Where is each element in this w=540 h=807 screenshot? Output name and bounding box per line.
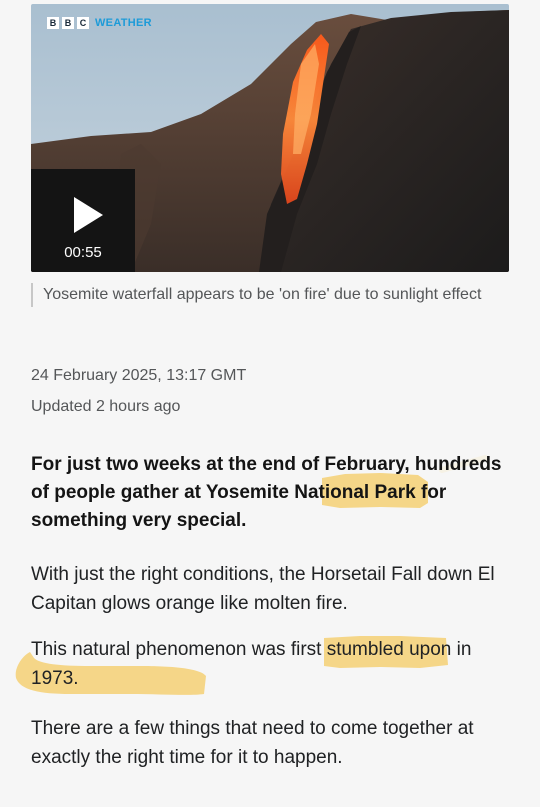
bbc-weather-logo: B B C WEATHER [47,17,152,29]
brand-letter: B [47,17,59,29]
updated-time: Updated 2 hours ago [31,398,181,415]
article-paragraph: With just the right conditions, the Hors… [31,564,495,614]
brand-letter: B [62,17,74,29]
video-player[interactable]: B B C WEATHER 00:55 [31,4,509,272]
brand-letter: C [77,17,89,29]
video-caption: Yosemite waterfall appears to be 'on fir… [31,283,503,307]
article-paragraph: This natural phenomenon was first stumbl… [31,639,472,689]
article-paragraph: There are a few things that need to come… [31,718,474,768]
brand-word: WEATHER [95,17,152,29]
video-duration: 00:55 [64,244,102,261]
play-button[interactable]: 00:55 [31,169,135,272]
article-lede: For just two weeks at the end of Februar… [31,454,502,531]
play-icon[interactable] [74,197,103,233]
published-date: 24 February 2025, 13:17 GMT [31,367,247,384]
